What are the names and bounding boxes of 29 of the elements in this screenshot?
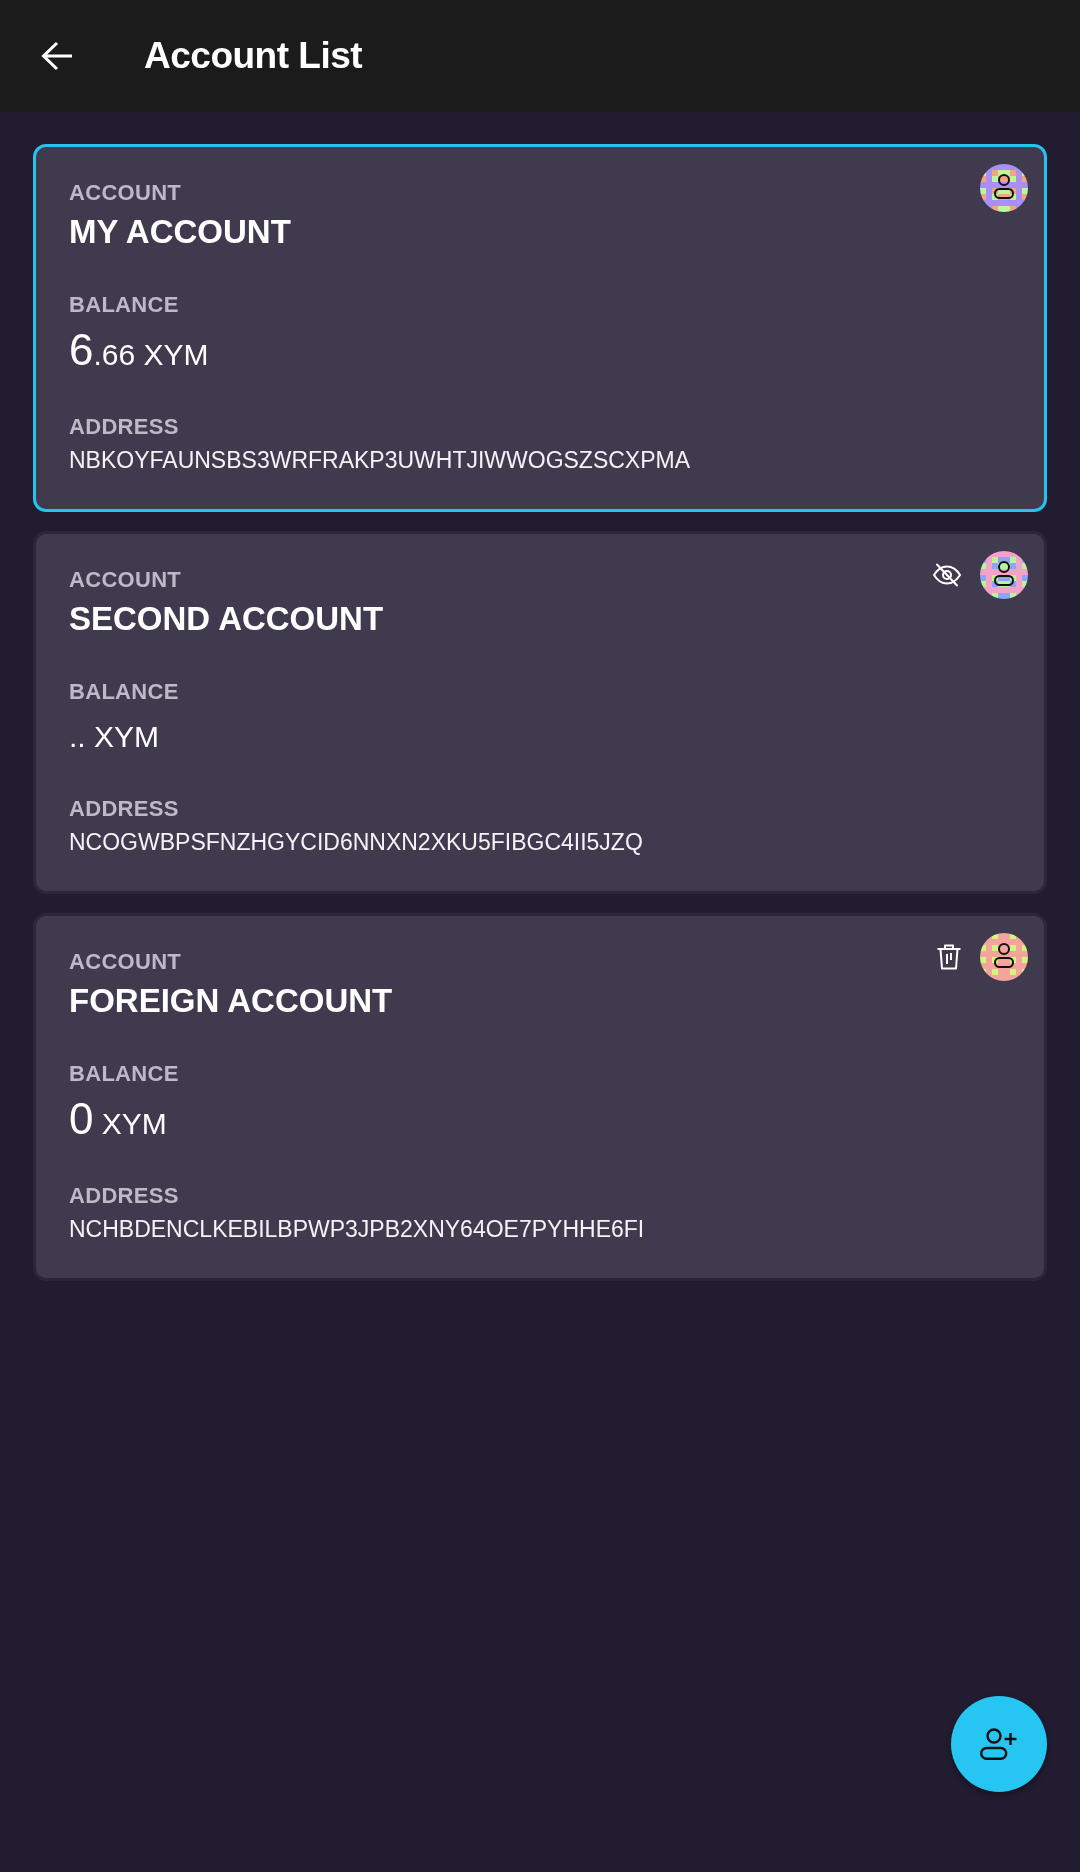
balance-label: BALANCE	[69, 679, 180, 705]
balance-label: BALANCE	[69, 292, 180, 318]
address-label: ADDRESS	[69, 1183, 180, 1209]
balance-value: 0 XYM	[69, 1096, 168, 1145]
back-icon[interactable]	[41, 41, 72, 71]
account-label: ACCOUNT	[69, 567, 183, 593]
account-name: SECOND ACCOUNT	[69, 600, 385, 638]
crossed-eye-icon[interactable]	[932, 563, 962, 587]
address-label: ADDRESS	[69, 414, 180, 440]
balance-label: BALANCE	[69, 1061, 180, 1087]
account-card[interactable]: ACCOUNT SECOND ACCOUNT BALANCE .. XYM ADDRESS NCOGWBPSFNZHGYCID6NNXN2XKU5FIBGC4II5JZQ	[33, 531, 1047, 894]
account-label: ACCOUNT	[69, 949, 183, 975]
balance-value: 6.66 XYM	[69, 327, 210, 376]
account-card[interactable]: ACCOUNT FOREIGN ACCOUNT BALANCE 0 XYM ADDRESS NCHBDENCLKEBILBPWP3JPB2XNY64OE7PYHHE6FI	[33, 913, 1047, 1281]
balance-value: .. XYM	[69, 719, 161, 755]
address-value: NCHBDENCLKEBILBPWP3JPB2XNY64OE7PYHHE6FI	[69, 1216, 646, 1242]
avatar-icon	[980, 164, 1028, 212]
account-label: ACCOUNT	[69, 180, 183, 206]
avatar-icon	[980, 551, 1028, 599]
address-value: NCOGWBPSFNZHGYCID6NNXN2XKU5FIBGC4II5JZQ	[69, 829, 644, 855]
address-value: NBKOYFAUNSBS3WRFRAKP3UWHTJIWWOGSZSCXPMA	[69, 447, 692, 473]
account-name: MY ACCOUNT	[69, 213, 292, 251]
trash-icon[interactable]	[936, 944, 962, 970]
account-card[interactable]: ACCOUNT MY ACCOUNT BALANCE 6.66 XYM ADDRESS NBKOYFAUNSBS3WRFRAKP3UWHTJIWWOGSZSCXPMA	[33, 144, 1047, 512]
address-label: ADDRESS	[69, 796, 180, 822]
account-name: FOREIGN ACCOUNT	[69, 982, 394, 1020]
person-plus-icon	[980, 1728, 1018, 1760]
avatar-icon	[980, 933, 1028, 981]
page-title: Account List	[144, 34, 363, 78]
